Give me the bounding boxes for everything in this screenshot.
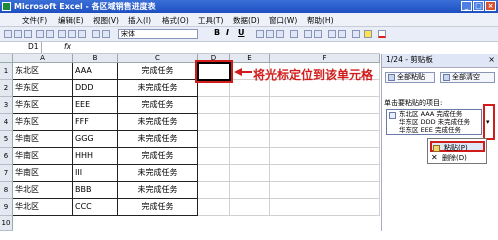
clip-line: 华东区 DDD 未完成任务 bbox=[399, 118, 471, 126]
clip-line: 华东区 EEE 完成任务 bbox=[399, 126, 461, 134]
annotation-arrow-head bbox=[234, 68, 242, 76]
paste-all-icon bbox=[388, 74, 395, 81]
menu-item-paste[interactable]: 粘贴(P) bbox=[430, 141, 485, 152]
annotation-text: 将光标定位到该单元格 bbox=[253, 68, 374, 82]
clip-context-menu: 粘贴(P) ✕ 删除(D) bbox=[427, 138, 487, 164]
clip-dropdown-icon[interactable]: ▾ bbox=[486, 118, 490, 126]
clipboard-item[interactable]: 东北区 AAA 完成任务 华东区 DDD 未完成任务 华东区 EEE 完成任务 bbox=[386, 109, 482, 135]
clipboard-pane-header: 1/24 - 剪贴板 × bbox=[382, 54, 498, 68]
clip-line: 东北区 AAA 完成任务 bbox=[399, 110, 463, 118]
paste-icon bbox=[433, 145, 440, 152]
clipboard-title: 1/24 - 剪贴板 bbox=[386, 55, 433, 64]
menu-item-delete[interactable]: ✕ 删除(D) bbox=[430, 153, 485, 164]
clear-all-button[interactable]: 全部清空 bbox=[440, 72, 495, 83]
delete-x-icon: ✕ bbox=[431, 153, 438, 162]
pane-close-icon[interactable]: × bbox=[488, 54, 495, 66]
clear-all-icon bbox=[443, 74, 450, 81]
clip-excel-icon bbox=[389, 112, 396, 119]
paste-all-button[interactable]: 全部粘贴 bbox=[385, 72, 435, 83]
clipboard-prompt: 单击要粘贴的项目: bbox=[384, 99, 443, 107]
clipboard-pane: 1/24 - 剪贴板 × 全部粘贴 全部清空 单击要粘贴的项目: 东北区 AAA… bbox=[381, 54, 498, 231]
